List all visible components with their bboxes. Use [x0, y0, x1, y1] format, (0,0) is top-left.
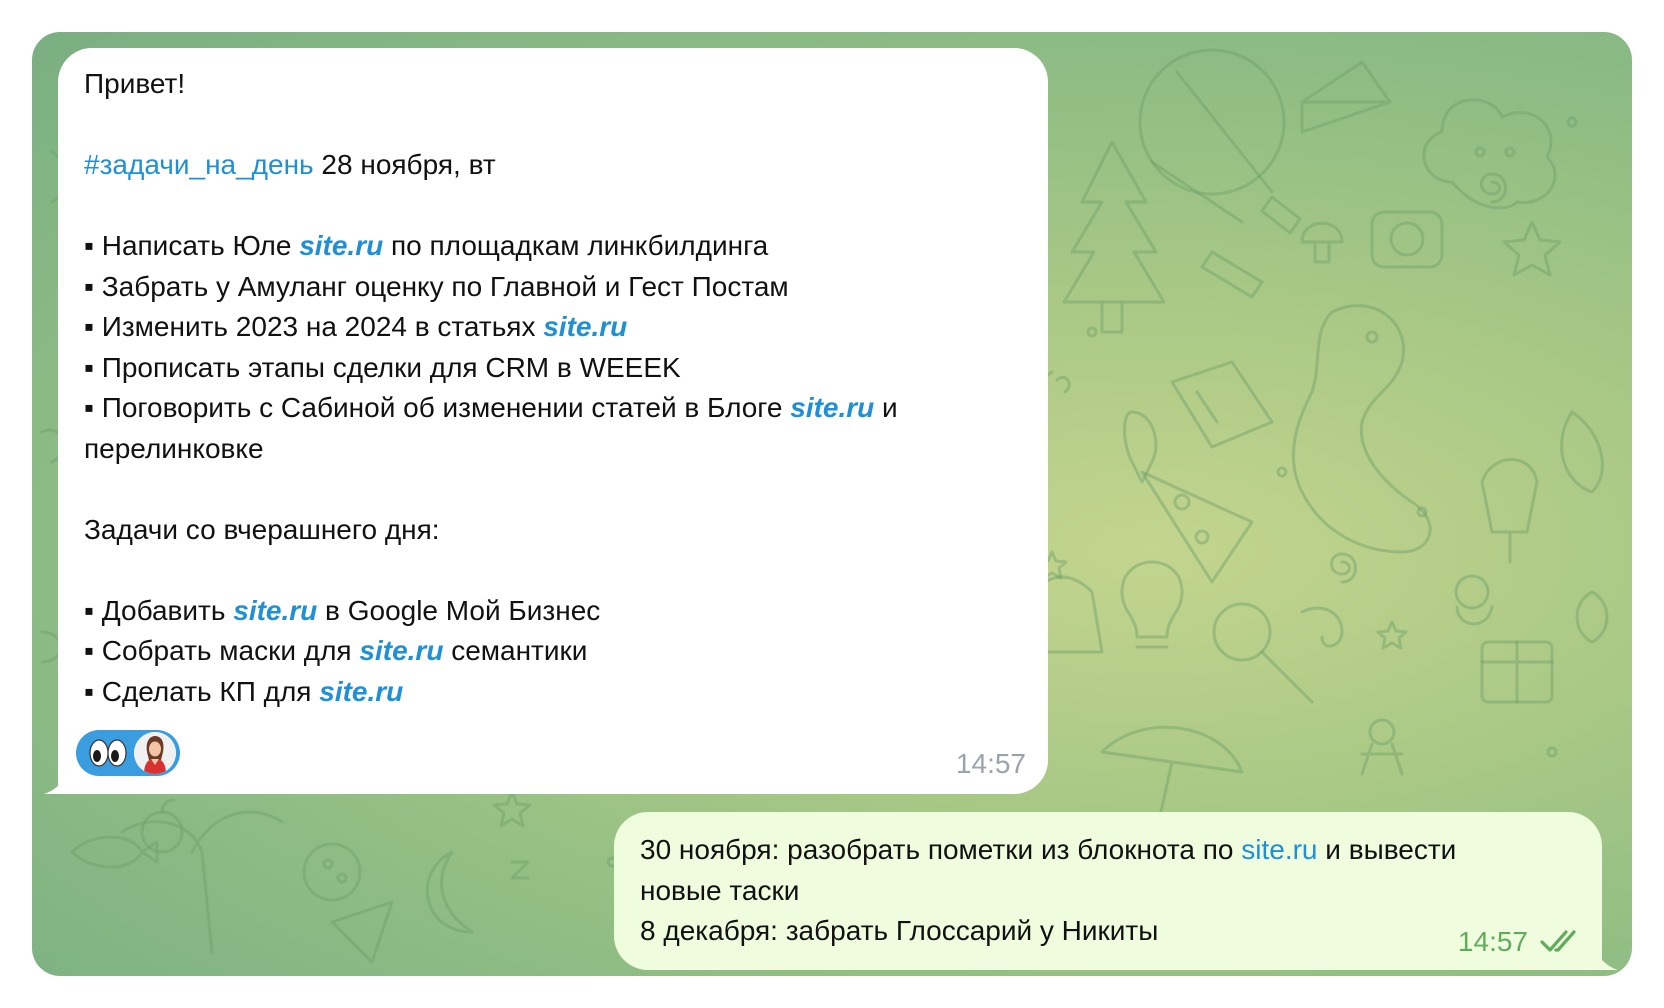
message-line: 30 ноября: разобрать пометки из блокнота…: [640, 830, 1572, 871]
site-link[interactable]: site.ru: [319, 676, 403, 707]
bullet-icon: ▪: [84, 311, 94, 342]
task-text: семантики: [443, 635, 588, 666]
site-link[interactable]: site.ru: [299, 230, 383, 261]
site-link[interactable]: site.ru: [543, 311, 627, 342]
task-line: ▪ Изменить 2023 на 2024 в статьях site.r…: [84, 307, 1018, 348]
hashtag-link[interactable]: #задачи_на_день: [84, 149, 314, 180]
site-link[interactable]: site.ru: [1241, 834, 1317, 865]
message-time: 14:57: [955, 747, 1026, 779]
double-check-icon: [1540, 930, 1576, 952]
task-line: ▪ Прописать этапы сделки для CRM в WEEEK: [84, 348, 1018, 389]
date-text: 28 ноября, вт: [313, 149, 496, 180]
task-text: Собрать маски для: [93, 635, 360, 666]
task-text: Прописать этапы сделки для CRM в WEEEK: [93, 351, 681, 383]
task-line: ▪ Забрать у Амуланг оценку по Главной и …: [84, 267, 1018, 308]
date-line: #задачи_на_день 28 ноября, вт: [84, 145, 1018, 186]
task-text: Забрать у Амуланг оценку по Главной и Ге…: [93, 270, 789, 302]
outgoing-message-bubble[interactable]: 30 ноября: разобрать пометки из блокнота…: [614, 812, 1602, 970]
task-line: ▪ Добавить site.ru в Google Мой Бизнес: [84, 591, 1018, 632]
task-text: и: [874, 392, 898, 423]
message-text: и вывести: [1317, 834, 1457, 865]
task-line: ▪ Написать Юле site.ru по площадкам линк…: [84, 226, 1018, 267]
message-time: 14:57: [1457, 925, 1528, 957]
task-text: Поговорить с Сабиной об изменении статей…: [93, 392, 791, 423]
avatar-person-icon: [134, 732, 176, 774]
bullet-icon: ▪: [84, 675, 94, 707]
task-text: Написать Юле: [93, 230, 300, 261]
task-wrap-text: перелинковке: [84, 432, 264, 464]
eyes-emoji-icon: [89, 739, 127, 767]
task-text: по площадкам линкбилдинга: [383, 230, 769, 261]
yesterday-heading: Задачи со вчерашнего дня:: [84, 513, 440, 545]
reaction-chip[interactable]: [76, 730, 180, 776]
message-text: 30 ноября: разобрать пометки из блокнота…: [640, 834, 1242, 865]
bullet-icon: ▪: [84, 392, 94, 423]
bullet-icon: ▪: [84, 351, 94, 383]
greeting-text: Привет!: [84, 68, 186, 99]
task-line: ▪ Поговорить с Сабиной об изменении стат…: [84, 388, 1018, 429]
task-text: Сделать КП для: [93, 675, 320, 707]
task-text: Изменить 2023 на 2024 в статьях: [93, 311, 544, 342]
task-text: Добавить: [93, 594, 234, 626]
task-text: в Google Мой Бизнес: [317, 594, 601, 626]
bullet-icon: ▪: [84, 230, 94, 261]
bullet-icon: ▪: [84, 635, 94, 666]
user-avatar: [134, 732, 176, 774]
bullet-icon: ▪: [84, 270, 94, 302]
task-line: ▪ Сделать КП для site.ru: [84, 672, 1018, 713]
task-line: ▪ Собрать маски для site.ru семантики: [84, 631, 1018, 672]
message-line: новые таски: [640, 874, 800, 906]
bullet-icon: ▪: [84, 594, 94, 626]
message-line: 8 декабря: забрать Глоссарий у Никиты: [640, 915, 1159, 946]
site-link[interactable]: site.ru: [790, 392, 874, 423]
incoming-message-bubble[interactable]: Привет! #задачи_на_день 28 ноября, вт ▪ …: [58, 48, 1048, 794]
site-link[interactable]: site.ru: [233, 595, 317, 626]
site-link[interactable]: site.ru: [359, 635, 443, 666]
